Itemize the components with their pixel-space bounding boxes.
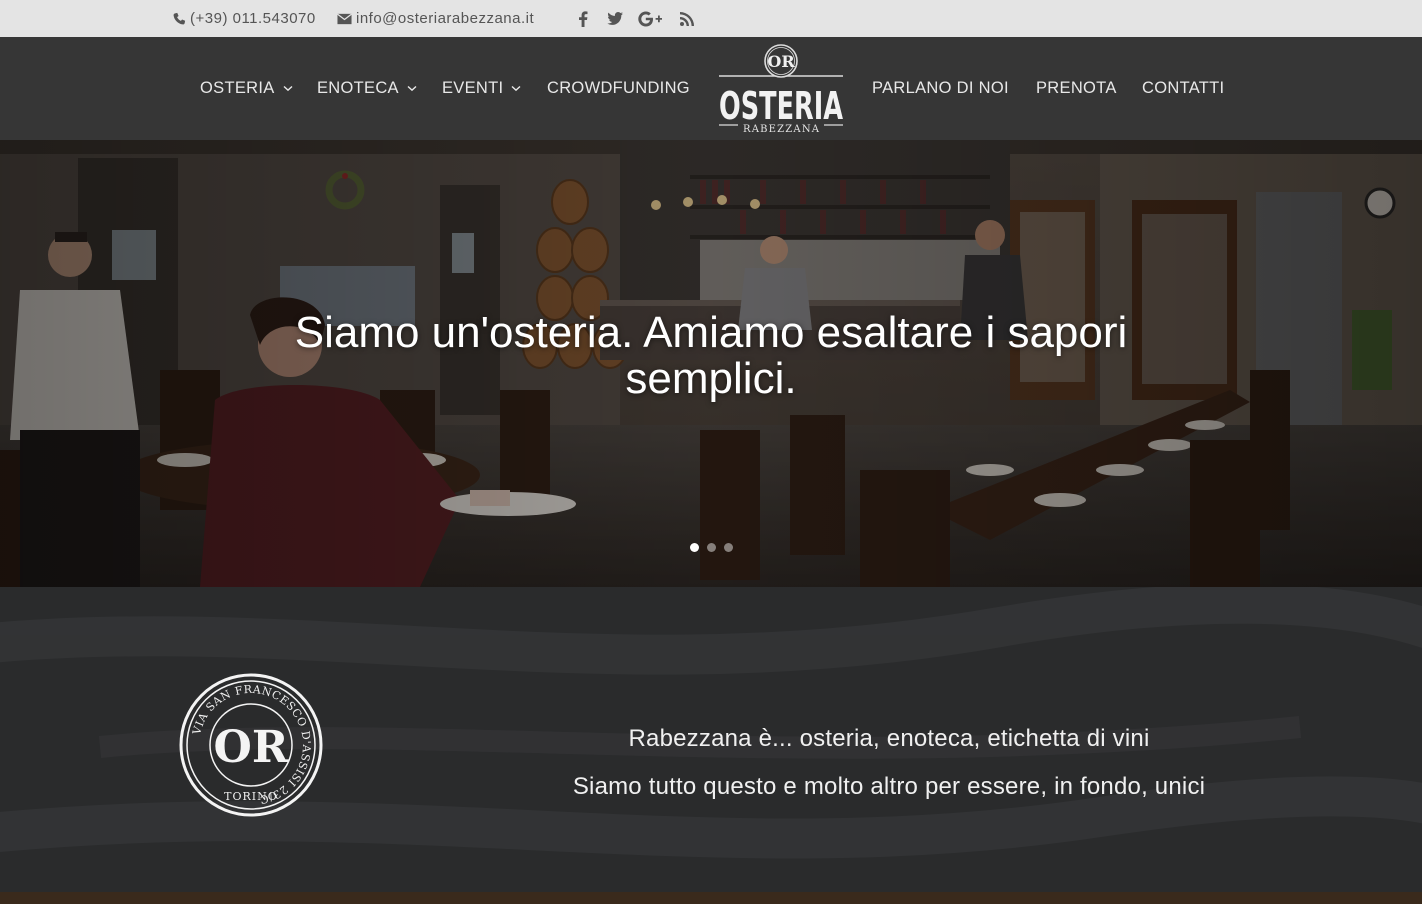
nav-enoteca-label: ENOTECA (317, 79, 399, 97)
slider-dot-3[interactable] (724, 543, 733, 552)
google-plus-icon (638, 11, 662, 26)
nav-eventi[interactable]: EVENTI (442, 37, 521, 140)
logo-name: OSTERIA (719, 84, 843, 128)
nav-osteria[interactable]: OSTERIA (200, 37, 293, 140)
phone-number: (+39) 011.543070 (190, 10, 316, 27)
google-plus-link[interactable] (638, 0, 662, 37)
seal-city: TORINO (224, 790, 278, 803)
twitter-icon (607, 12, 623, 25)
nav-crowdfunding[interactable]: CROWDFUNDING (547, 37, 690, 140)
chevron-down-icon (283, 85, 293, 92)
nav-eventi-label: EVENTI (442, 79, 504, 97)
slider-dot-1[interactable] (690, 543, 699, 552)
nav-contatti[interactable]: CONTATTI (1142, 37, 1224, 140)
about-section: VIA SAN FRANCESCO D'ASSISI 23/C OR TORIN… (0, 587, 1422, 904)
nav-parlano-di-noi[interactable]: PARLANO DI NOI (872, 37, 1009, 140)
seal-monogram: OR (214, 722, 289, 773)
tagline-line-2: Siamo tutto questo e molto altro per ess… (572, 773, 1206, 800)
phone-contact[interactable]: (+39) 011.543070 (172, 0, 316, 37)
email-contact[interactable]: info@osteriarabezzana.it (337, 0, 534, 37)
nav-parlano-di-noi-label: PARLANO DI NOI (872, 79, 1009, 97)
logo-subtitle: RABEZZANA (743, 124, 820, 135)
site-logo[interactable]: OR OSTERIA RABEZZANA (716, 44, 846, 136)
main-header: OSTERIA ENOTECA EVENTI CROWDFUNDING PARL… (0, 37, 1422, 140)
email-address: info@osteriarabezzana.it (356, 10, 535, 27)
tagline-line-1: Rabezzana è... osteria, enoteca, etichet… (628, 725, 1150, 752)
nav-prenota[interactable]: PRENOTA (1036, 37, 1117, 140)
seal-logo: VIA SAN FRANCESCO D'ASSISI 23/C OR TORIN… (179, 673, 323, 817)
logo-monogram: OR (767, 52, 795, 71)
envelope-icon (337, 13, 352, 24)
nav-contatti-label: CONTATTI (1142, 79, 1225, 97)
nav-prenota-label: PRENOTA (1036, 79, 1117, 97)
facebook-icon (579, 10, 588, 27)
twitter-link[interactable] (603, 0, 627, 37)
hero-title: Siamo un'osteria. Amiamo esaltare i sapo… (294, 308, 1128, 403)
hero-slider: Siamo un'osteria. Amiamo esaltare i sapo… (0, 140, 1422, 587)
nav-crowdfunding-label: CROWDFUNDING (547, 79, 690, 97)
chevron-down-icon (407, 85, 417, 92)
facebook-link[interactable] (571, 0, 595, 37)
chevron-down-icon (511, 85, 521, 92)
nav-enoteca[interactable]: ENOTECA (317, 37, 417, 140)
slider-pagination (690, 543, 733, 552)
nav-osteria-label: OSTERIA (200, 79, 275, 97)
slider-dot-2[interactable] (707, 543, 716, 552)
phone-icon (173, 12, 186, 24)
rss-link[interactable] (675, 0, 699, 37)
rss-icon (680, 11, 694, 26)
top-bar: (+39) 011.543070 info@osteriarabezzana.i… (0, 0, 1422, 37)
